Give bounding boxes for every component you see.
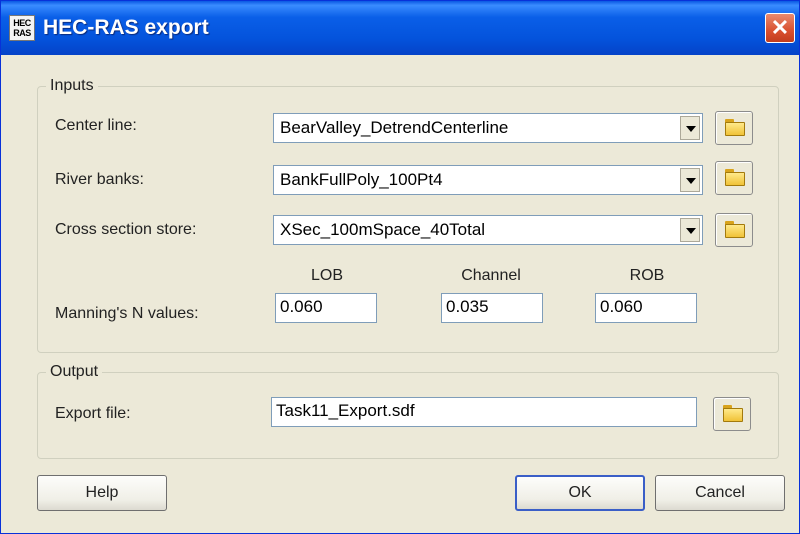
close-icon: ✕ [770, 15, 790, 40]
channel-input[interactable]: 0.035 [441, 293, 543, 323]
cross-section-store-browse-button[interactable] [715, 213, 753, 247]
app-icon-text-bottom: RAS [13, 28, 31, 38]
close-button[interactable]: ✕ [765, 13, 795, 43]
folder-icon [725, 221, 745, 238]
export-file-label: Export file: [55, 405, 131, 422]
hec-ras-export-dialog: HEC RAS HEC-RAS export ✕ Inputs Center l… [0, 0, 800, 534]
river-banks-value: BankFullPoly_100Pt4 [280, 170, 443, 189]
river-banks-dropdown[interactable]: BankFullPoly_100Pt4 [273, 165, 703, 195]
folder-icon [723, 405, 743, 422]
lob-header: LOB [310, 267, 343, 284]
cross-section-store-label: Cross section store: [55, 221, 197, 238]
lob-input[interactable]: 0.060 [275, 293, 377, 323]
app-icon-text-top: HEC [13, 18, 31, 28]
window-title: HEC-RAS export [43, 16, 209, 39]
channel-header: Channel [461, 267, 521, 284]
export-file-input[interactable]: Task11_Export.sdf [271, 397, 697, 427]
cancel-button[interactable]: Cancel [655, 475, 785, 511]
folder-icon [725, 169, 745, 186]
app-icon: HEC RAS [9, 15, 35, 41]
export-file-browse-button[interactable] [713, 397, 751, 431]
ok-button[interactable]: OK [515, 475, 645, 511]
rob-input[interactable]: 0.060 [595, 293, 697, 323]
chevron-down-icon[interactable] [680, 116, 700, 140]
help-button[interactable]: Help [37, 475, 167, 511]
rob-header: ROB [629, 267, 665, 284]
inputs-group-title: Inputs [50, 77, 94, 94]
folder-icon [725, 119, 745, 136]
title-bar[interactable]: HEC RAS HEC-RAS export ✕ [1, 1, 799, 55]
center-line-browse-button[interactable] [715, 111, 753, 145]
output-group-title: Output [50, 363, 99, 380]
river-banks-browse-button[interactable] [715, 161, 753, 195]
center-line-value: BearValley_DetrendCenterline [280, 118, 509, 137]
center-line-label: Center line: [55, 117, 137, 134]
river-banks-label: River banks: [55, 171, 144, 188]
center-line-dropdown[interactable]: BearValley_DetrendCenterline [273, 113, 703, 143]
chevron-down-icon[interactable] [680, 168, 700, 192]
chevron-down-icon[interactable] [680, 218, 700, 242]
cross-section-store-value: XSec_100mSpace_40Total [280, 220, 486, 239]
mannings-label: Manning's N values: [55, 305, 199, 322]
cross-section-store-dropdown[interactable]: XSec_100mSpace_40Total [273, 215, 703, 245]
